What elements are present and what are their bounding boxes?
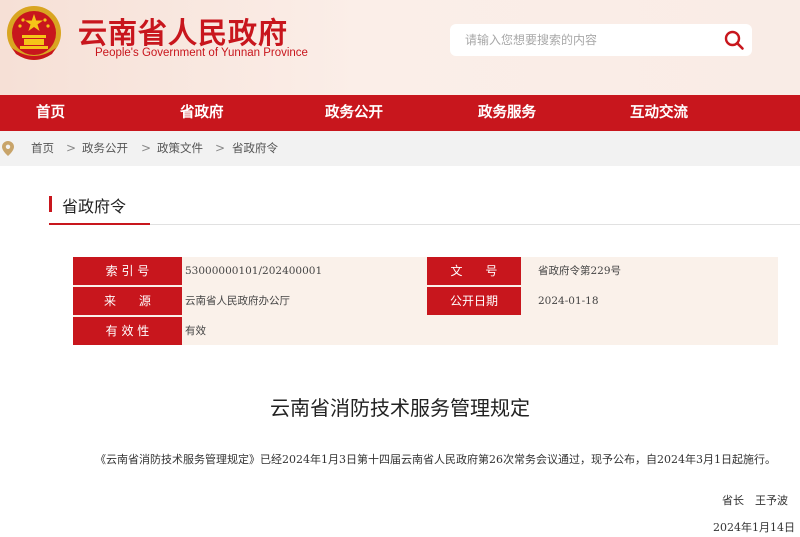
section-divider-accent — [49, 223, 150, 225]
validity-value: 有效 — [185, 325, 206, 337]
document-date: 2024年1月14日 — [713, 521, 795, 534]
breadcrumb-public-affairs[interactable]: 政务公开 — [82, 131, 128, 166]
index-number-value: 53000000101/202400001 — [185, 265, 323, 277]
source-label: 来 源 — [73, 287, 182, 315]
section-title: 省政府令 — [62, 197, 127, 216]
site-title[interactable]: 云南省人民政府 — [78, 10, 288, 52]
document-info-table: 索 引 号 53000000101/202400001 文 号 省政府令第229… — [73, 257, 778, 345]
search-input[interactable] — [450, 24, 710, 56]
breadcrumb-home[interactable]: 首页 — [31, 131, 54, 166]
breadcrumb-policy-docs[interactable]: 政策文件 — [157, 131, 203, 166]
section-title-marker — [49, 196, 52, 212]
breadcrumb-separator: > — [66, 141, 77, 155]
nav-item-government[interactable]: 省政府 — [180, 95, 224, 131]
document-title: 云南省消防技术服务管理规定 — [270, 396, 530, 420]
document-number-value: 省政府令第229号 — [538, 265, 622, 277]
validity-label: 有 效 性 — [73, 317, 182, 345]
source-value: 云南省人民政府办公厅 — [185, 295, 290, 307]
document-number-label: 文 号 — [427, 257, 521, 285]
document-body: 《云南省消防技术服务管理规定》已经2024年1月3日第十四届云南省人民政府第26… — [95, 453, 776, 466]
search-box — [450, 24, 752, 56]
nav-item-public-affairs[interactable]: 政务公开 — [325, 95, 383, 131]
main-nav: 首页 省政府 政务公开 政务服务 互动交流 — [0, 95, 800, 131]
site-title-en: People's Government of Yunnan Province — [95, 47, 308, 59]
index-number-label: 索 引 号 — [73, 257, 182, 285]
breadcrumb-current[interactable]: 省政府令 — [232, 131, 278, 166]
nav-item-services[interactable]: 政务服务 — [478, 95, 536, 131]
breadcrumb-separator: > — [215, 141, 226, 155]
publish-date-label: 公开日期 — [427, 287, 521, 315]
section-divider — [49, 224, 800, 225]
site-header: 云南省人民政府 People's Government of Yunnan Pr… — [0, 0, 800, 95]
location-pin-icon — [2, 141, 14, 156]
document-signature: 省长 王予波 — [722, 494, 788, 507]
nav-item-interaction[interactable]: 互动交流 — [630, 95, 688, 131]
national-emblem-icon[interactable] — [4, 4, 64, 64]
publish-date-value: 2024-01-18 — [538, 295, 599, 307]
nav-item-home[interactable]: 首页 — [36, 95, 65, 131]
search-icon[interactable] — [722, 28, 746, 52]
breadcrumb: 首页 > 政务公开 > 政策文件 > 省政府令 — [0, 131, 800, 166]
breadcrumb-separator: > — [141, 141, 152, 155]
